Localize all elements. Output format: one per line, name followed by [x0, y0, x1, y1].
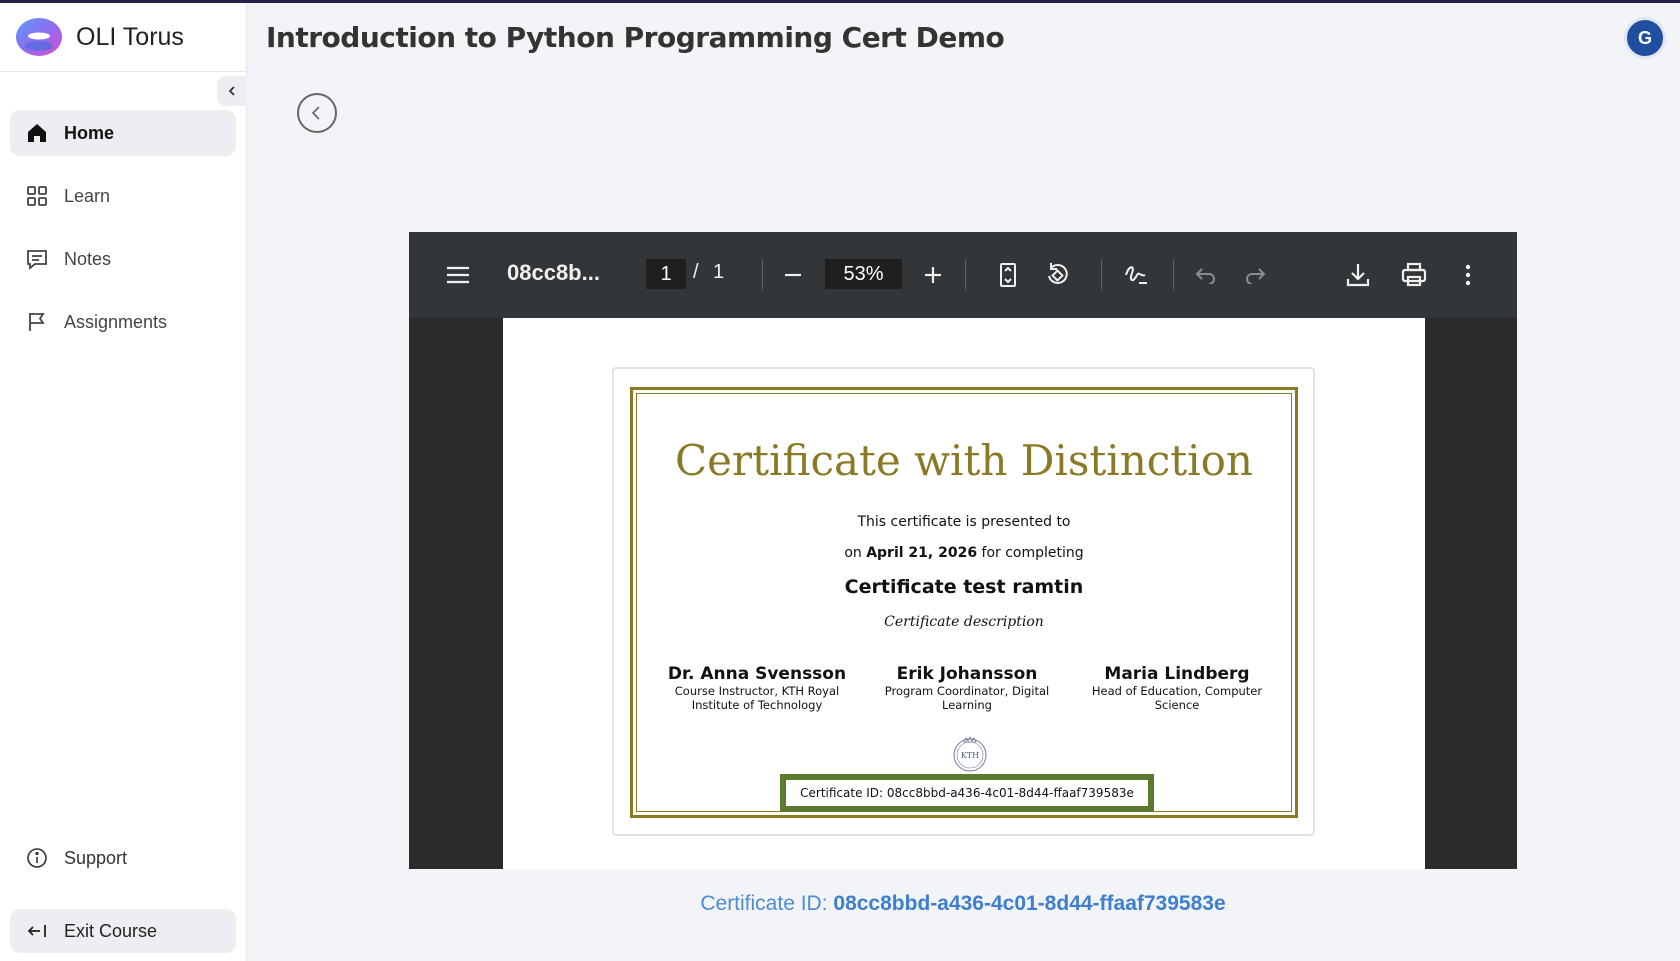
fit-page-icon[interactable]	[994, 261, 1022, 289]
toolbar-divider	[1101, 260, 1102, 290]
kth-seal-icon: KTH	[953, 736, 987, 772]
home-icon	[26, 122, 48, 144]
rotate-icon[interactable]	[1044, 261, 1072, 289]
zoom-level-input[interactable]: 53%	[825, 259, 902, 289]
toolbar-divider	[965, 260, 966, 290]
zoom-in-icon[interactable]	[919, 261, 947, 289]
support-label: Support	[64, 847, 128, 868]
signer: Dr. Anna Svensson Course Instructor, KTH…	[657, 664, 857, 712]
app-header: OLI Torus Introduction to Python Program…	[0, 3, 1680, 72]
page-separator: /	[693, 261, 699, 283]
exit-arrow-icon	[26, 920, 48, 942]
date-suffix: for completing	[977, 545, 1084, 561]
certificate-inner-border: Certificate with Distinction This certif…	[636, 393, 1292, 812]
logo[interactable]: OLI Torus	[0, 3, 247, 72]
toolbar-divider	[762, 260, 763, 290]
pdf-toolbar: 08cc8b... 1 / 1 53%	[409, 232, 1517, 318]
redo-icon[interactable]	[1241, 261, 1269, 289]
support-link[interactable]: Support	[10, 835, 236, 881]
svg-text:KTH: KTH	[961, 751, 979, 760]
user-avatar[interactable]: G	[1624, 17, 1666, 59]
signer-name: Maria Lindberg	[1104, 664, 1250, 684]
menu-icon[interactable]	[444, 261, 472, 289]
sidebar-item-assignments[interactable]: Assignments	[10, 299, 236, 345]
certificate-description: Certificate description	[884, 614, 1044, 630]
completion-date-line: on April 21, 2026 for completing	[637, 545, 1291, 561]
more-options-icon[interactable]	[1454, 261, 1482, 289]
certificate-title: Certificate with Distinction	[675, 436, 1253, 485]
signer-name: Dr. Anna Svensson	[667, 664, 847, 684]
sidebar-item-notes[interactable]: Notes	[10, 236, 236, 282]
pdf-page: Certificate with Distinction This certif…	[503, 318, 1425, 869]
sidebar-nav: Home Learn Notes Assignments	[10, 110, 236, 362]
certificate-id-box: Certificate ID: 08cc8bbd-a436-4c01-8d44-…	[780, 774, 1154, 812]
sidebar-item-label: Assignments	[64, 311, 168, 332]
exit-course-label: Exit Course	[64, 920, 158, 941]
signer: Maria Lindberg Head of Education, Comput…	[1077, 664, 1277, 712]
app-name: OLI Torus	[76, 22, 184, 51]
sidebar-item-label: Notes	[64, 248, 112, 269]
document-name: 08cc8b...	[507, 260, 600, 285]
certificate: Certificate with Distinction This certif…	[612, 367, 1315, 836]
back-button[interactable]	[297, 93, 337, 133]
chevron-left-icon	[228, 86, 235, 96]
flag-icon	[26, 311, 48, 333]
sidebar-item-home[interactable]: Home	[10, 110, 236, 156]
message-icon	[26, 248, 48, 270]
undo-icon[interactable]	[1192, 261, 1220, 289]
sidebar: Home Learn Notes Assignments Support Exi…	[0, 72, 247, 961]
signer-role: Program Coordinator, Digital Learning	[884, 684, 1050, 712]
zoom-out-icon[interactable]	[779, 261, 807, 289]
signer-role: Course Instructor, KTH Royal Institute o…	[674, 684, 840, 712]
date-prefix: on	[844, 545, 867, 561]
toolbar-divider	[1173, 260, 1174, 290]
sidebar-bottom: Support Exit Course	[10, 835, 236, 953]
pdf-viewer: 08cc8b... 1 / 1 53% Certificate with Dis…	[409, 232, 1517, 869]
signer: Erik Johansson Program Coordinator, Digi…	[867, 664, 1067, 712]
torus-logo-icon	[16, 18, 62, 56]
certificate-id-footer: Certificate ID: 08cc8bbd-a436-4c01-8d44-…	[0, 892, 1680, 916]
total-pages: 1	[713, 261, 725, 283]
course-title: Introduction to Python Programming Cert …	[266, 21, 1005, 54]
signers: Dr. Anna Svensson Course Instructor, KTH…	[657, 664, 1277, 712]
signer-name: Erik Johansson	[896, 664, 1038, 684]
certificate-frame: Certificate with Distinction This certif…	[630, 387, 1298, 818]
signer-role: Head of Education, Computer Science	[1091, 684, 1263, 712]
chevron-left-icon	[311, 106, 320, 120]
collapse-sidebar-button[interactable]	[217, 76, 247, 106]
info-icon	[26, 847, 48, 869]
presented-to-text: This certificate is presented to	[857, 514, 1071, 530]
sidebar-item-learn[interactable]: Learn	[10, 173, 236, 219]
certificate-course-name: Certificate test ramtin	[844, 576, 1084, 598]
certificate-id-label: Certificate ID:	[700, 892, 834, 915]
completion-date: April 21, 2026	[866, 545, 978, 561]
sidebar-item-label: Home	[64, 122, 115, 143]
sidebar-item-label: Learn	[64, 185, 111, 206]
draw-icon[interactable]	[1122, 261, 1150, 289]
download-icon[interactable]	[1344, 261, 1372, 289]
certificate-id-value[interactable]: 08cc8bbd-a436-4c01-8d44-ffaaf739583e	[833, 892, 1225, 915]
print-icon[interactable]	[1400, 261, 1428, 289]
page-number-input[interactable]: 1	[646, 259, 686, 289]
grid-icon	[26, 185, 48, 207]
